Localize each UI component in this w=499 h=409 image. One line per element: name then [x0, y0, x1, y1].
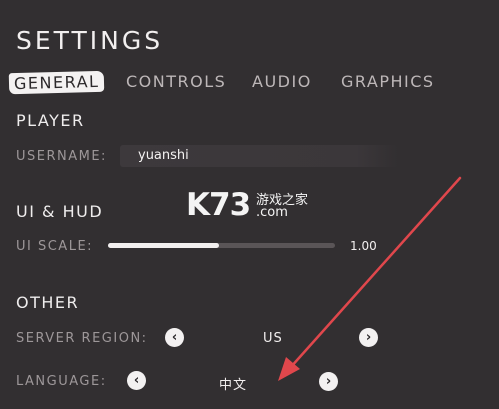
- annotation-arrow-icon: [278, 176, 462, 381]
